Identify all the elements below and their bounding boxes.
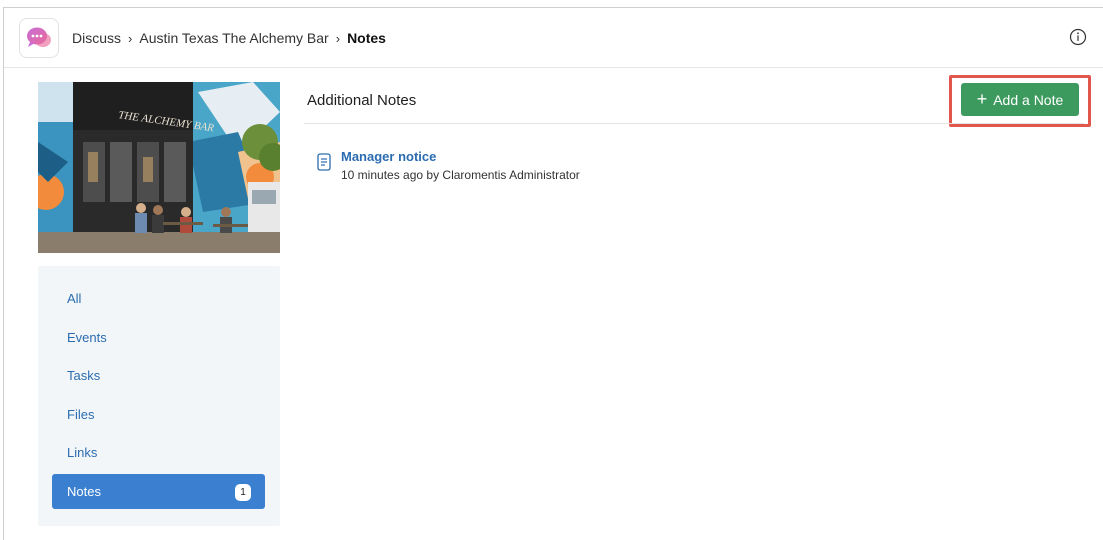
note-title-link[interactable]: Manager notice xyxy=(341,149,580,164)
document-icon xyxy=(317,153,331,171)
breadcrumb-parent[interactable]: Austin Texas The Alchemy Bar xyxy=(139,30,328,46)
sidebar-item-all[interactable]: All xyxy=(52,281,265,316)
sidebar-item-tasks[interactable]: Tasks xyxy=(52,358,265,393)
app-logo[interactable] xyxy=(19,18,59,58)
breadcrumb-root[interactable]: Discuss xyxy=(72,30,121,46)
add-note-label: Add a Note xyxy=(993,91,1064,108)
page-title: Additional Notes xyxy=(307,92,417,109)
sidebar-item-label: Tasks xyxy=(67,368,101,383)
list-item: Manager notice 10 minutes ago by Clarome… xyxy=(317,149,580,182)
count-badge: 1 xyxy=(235,484,251,501)
chevron-right-icon: › xyxy=(128,30,133,46)
info-circle-icon[interactable] xyxy=(1069,28,1087,46)
sidebar-item-label: Events xyxy=(67,330,107,345)
chat-bubbles-icon xyxy=(27,27,51,47)
top-bar: Discuss › Austin Texas The Alchemy Bar ›… xyxy=(4,8,1103,68)
app-window: Discuss › Austin Texas The Alchemy Bar ›… xyxy=(3,7,1103,540)
sidebar-item-label: Notes xyxy=(67,484,101,499)
sidebar-item-label: All xyxy=(67,291,82,306)
sidebar-item-links[interactable]: Links xyxy=(52,435,265,470)
note-meta: 10 minutes ago by Claromentis Administra… xyxy=(341,168,580,182)
cover-image: THE ALCHEMY BAR xyxy=(38,82,280,253)
sidebar-item-events[interactable]: Events xyxy=(52,320,265,355)
sidebar-item-files[interactable]: Files xyxy=(52,397,265,432)
sidebar-item-label: Links xyxy=(67,445,98,460)
breadcrumb: Discuss › Austin Texas The Alchemy Bar ›… xyxy=(72,30,386,46)
divider xyxy=(304,123,1084,124)
chevron-right-icon: › xyxy=(335,30,341,46)
add-note-button[interactable]: + Add a Note xyxy=(961,83,1079,116)
sidebar-item-notes[interactable]: Notes 1 xyxy=(52,474,265,509)
breadcrumb-current: Notes xyxy=(347,30,386,46)
sidebar-nav: All Events Tasks Files Links Notes 1 xyxy=(38,266,280,526)
sidebar-item-label: Files xyxy=(67,407,95,422)
plus-icon: + xyxy=(976,88,988,109)
